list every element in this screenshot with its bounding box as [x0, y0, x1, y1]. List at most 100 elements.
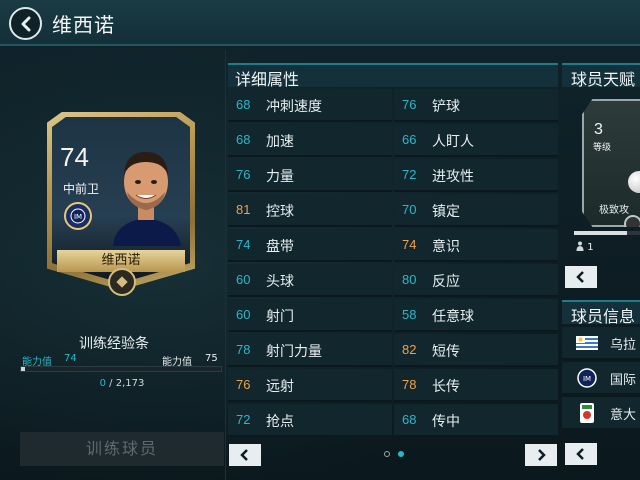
attribute-row[interactable]: 78 长传	[394, 369, 558, 402]
training-exp-count: 0 / 2,173	[2, 378, 242, 389]
attribute-value: 76	[236, 377, 251, 392]
player-talent-panel: 球员天赋 3 等级 极致攻 1	[562, 63, 640, 293]
talent-progress-fill	[574, 231, 627, 235]
attribute-row[interactable]: 76 力量	[228, 159, 392, 192]
talent-level: 3	[594, 121, 603, 138]
back-button[interactable]	[9, 7, 42, 40]
svg-text:IM: IM	[583, 375, 591, 383]
attribute-row[interactable]: 72 抢点	[228, 404, 392, 437]
football-icon	[628, 171, 640, 193]
attribute-name: 人盯人	[432, 134, 474, 150]
info-row-club[interactable]: IM 国际	[562, 362, 640, 395]
talent-card[interactable]: 3 等级 极致攻	[582, 99, 640, 227]
exp-total: 2,173	[115, 378, 145, 389]
attribute-value: 70	[402, 202, 417, 217]
exp-current: 0	[99, 378, 106, 389]
player-info-panel: 球员信息 乌拉 IM 国际 意大	[562, 300, 640, 480]
talent-header: 球员天赋	[562, 63, 640, 87]
attribute-name: 加速	[266, 134, 294, 150]
train-player-button[interactable]: 训练球员	[20, 432, 224, 466]
attribute-row[interactable]: 82 短传	[394, 334, 558, 367]
attribute-row[interactable]: 76 铲球	[394, 89, 558, 122]
talent-prev-button[interactable]	[565, 266, 597, 288]
attribute-value: 74	[402, 237, 417, 252]
card-rating: 74	[60, 142, 89, 172]
attribute-value: 60	[236, 272, 251, 287]
attribute-value: 72	[402, 167, 417, 182]
talent-count: 1	[576, 241, 594, 253]
attribute-name: 反应	[432, 274, 460, 290]
attributes-prev-button[interactable]	[229, 444, 261, 466]
attributes-panel: 详细属性 68 冲刺速度 76 铲球 68 加速 66 人盯人 76 力量 72 进攻性 81 控球 70 镇…	[228, 63, 558, 480]
talent-progress-bar	[574, 231, 640, 235]
attribute-row[interactable]: 66 人盯人	[394, 124, 558, 157]
attribute-value: 81	[236, 202, 251, 217]
svg-text:IM: IM	[74, 213, 82, 221]
attribute-value: 66	[402, 132, 417, 147]
exp-separator: /	[109, 378, 113, 389]
training-exp-bar	[20, 366, 222, 372]
attribute-name: 射门力量	[266, 344, 322, 360]
chevron-left-icon	[576, 448, 584, 460]
page-dot[interactable]	[398, 451, 404, 457]
player-info-header: 球员信息	[562, 300, 640, 324]
talent-count-value: 1	[587, 242, 594, 253]
uruguay-flag-icon	[576, 336, 598, 350]
player-card-panel: 74 中前卫 IM 维西诺 训练经验条 能力值 74 能力值 75 0 / 2,…	[2, 50, 226, 480]
club-text: 国际	[610, 373, 637, 388]
serie-a-league-icon	[580, 403, 594, 423]
attribute-row[interactable]: 68 加速	[228, 124, 392, 157]
training-exp-bar-fill	[21, 367, 25, 371]
attribute-name: 意识	[432, 239, 460, 255]
attribute-name: 铲球	[432, 99, 460, 115]
next-ability-value: 75	[205, 353, 218, 364]
attribute-row[interactable]: 60 头球	[228, 264, 392, 297]
attribute-value: 82	[402, 342, 417, 357]
attribute-name: 长传	[432, 379, 460, 395]
attribute-name: 进攻性	[432, 169, 474, 185]
attribute-name: 盘带	[266, 239, 294, 255]
attributes-next-button[interactable]	[525, 444, 557, 466]
attribute-value: 76	[402, 97, 417, 112]
player-info-prev-button[interactable]	[565, 443, 597, 465]
attributes-title: 详细属性	[235, 70, 300, 89]
attribute-row[interactable]: 60 射门	[228, 299, 392, 332]
attribute-name: 射门	[266, 309, 294, 325]
attribute-row[interactable]: 81 控球	[228, 194, 392, 227]
info-row-league[interactable]: 意大	[562, 397, 640, 430]
attribute-row[interactable]: 74 意识	[394, 229, 558, 262]
attribute-value: 58	[402, 307, 417, 322]
talent-name: 极致攻	[599, 205, 629, 216]
attribute-name: 控球	[266, 204, 294, 220]
info-row-nationality[interactable]: 乌拉	[562, 327, 640, 360]
inter-club-icon: IM	[64, 202, 92, 230]
nationality-text: 乌拉	[610, 338, 637, 353]
attribute-value: 78	[402, 377, 417, 392]
league-text: 意大	[610, 408, 637, 423]
attribute-name: 力量	[266, 169, 294, 185]
attribute-row[interactable]: 68 冲刺速度	[228, 89, 392, 122]
attribute-value: 78	[236, 342, 251, 357]
attribute-row[interactable]: 58 任意球	[394, 299, 558, 332]
player-card[interactable]: 74 中前卫 IM 维西诺	[47, 112, 195, 302]
page-title: 维西诺	[52, 13, 115, 37]
card-position: 中前卫	[63, 182, 100, 196]
attribute-value: 60	[236, 307, 251, 322]
attribute-row[interactable]: 76 远射	[228, 369, 392, 402]
attribute-row[interactable]: 80 反应	[394, 264, 558, 297]
attribute-name: 远射	[266, 379, 294, 395]
chevron-left-icon	[576, 271, 584, 283]
attribute-name: 传中	[432, 414, 460, 430]
attribute-row[interactable]: 78 射门力量	[228, 334, 392, 367]
attribute-value: 80	[402, 272, 417, 287]
player-info-title: 球员信息	[571, 307, 636, 324]
attribute-row[interactable]: 70 镇定	[394, 194, 558, 227]
player-icon	[576, 241, 584, 251]
attribute-row[interactable]: 72 进攻性	[394, 159, 558, 192]
attribute-value: 74	[236, 237, 251, 252]
attribute-row[interactable]: 74 盘带	[228, 229, 392, 262]
attribute-row[interactable]: 68 传中	[394, 404, 558, 437]
page-dot[interactable]	[384, 451, 390, 457]
card-tier-icon	[108, 268, 136, 296]
top-bar: 维西诺	[0, 0, 640, 46]
